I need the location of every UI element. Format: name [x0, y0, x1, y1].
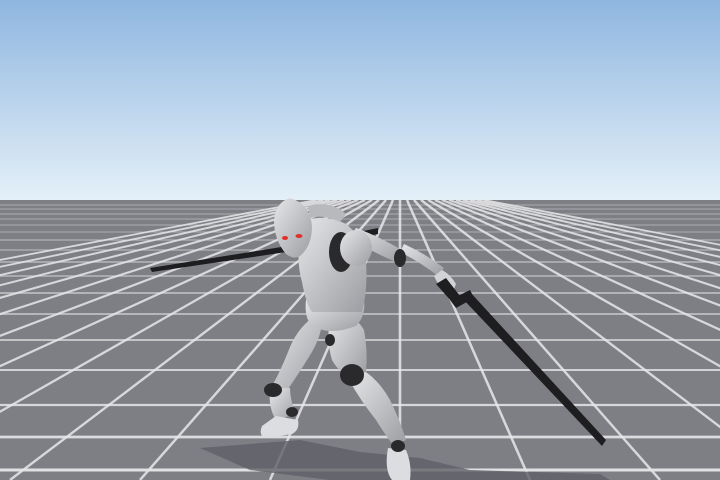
character-right-elbow: [394, 249, 406, 267]
scene-canvas[interactable]: [0, 0, 720, 480]
character-left-knee: [264, 383, 282, 397]
character-right-knee: [340, 364, 364, 386]
character-right-eye: [295, 234, 303, 238]
game-viewport[interactable]: [0, 0, 720, 480]
character-shoulder: [340, 230, 372, 266]
character-waist-joint: [325, 334, 335, 346]
character-left-eye: [282, 236, 288, 240]
character-right-ankle: [391, 440, 405, 452]
character-left-ankle: [286, 407, 298, 417]
sky: [0, 0, 720, 200]
character-right-foot: [386, 448, 411, 480]
